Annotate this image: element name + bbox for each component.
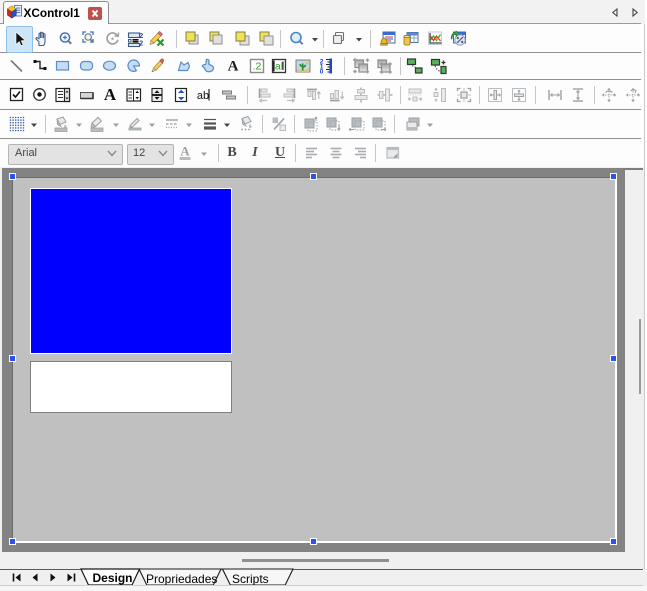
svg-text:A: A	[180, 144, 190, 159]
svg-text:A: A	[104, 86, 117, 104]
svg-text:2: 2	[139, 41, 143, 48]
svg-text:al: al	[275, 61, 283, 73]
svg-text:0: 0	[320, 69, 324, 76]
svg-text:.2: .2	[253, 61, 262, 73]
svg-text:2: 2	[139, 33, 143, 40]
svg-text:A: A	[228, 59, 239, 75]
svg-text:ab: ab	[197, 90, 209, 102]
